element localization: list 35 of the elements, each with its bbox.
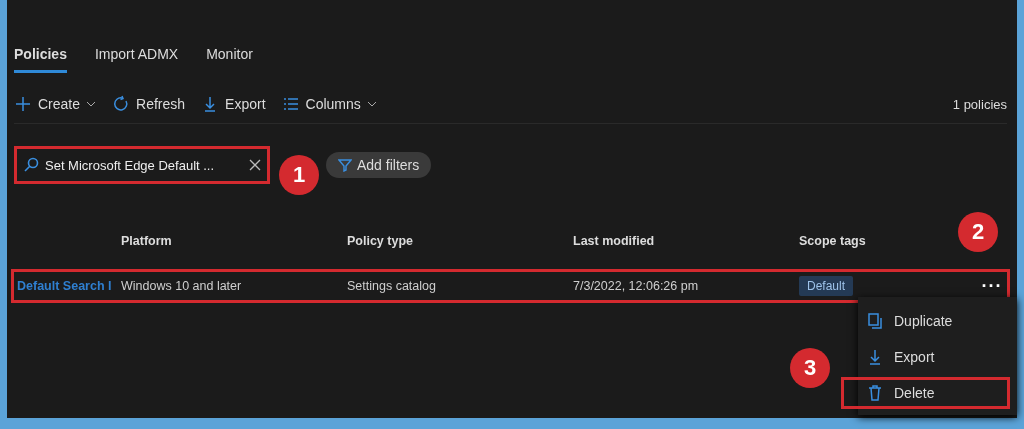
scope-tag: Default: [799, 276, 854, 296]
table-row[interactable]: Default Search I Windows 10 and later Settings catalog 7/3/2022, 12:06:26 pm Default ···: [14, 272, 1007, 300]
more-button[interactable]: ···: [977, 275, 1007, 297]
add-filters-button[interactable]: Add filters: [326, 152, 432, 178]
column-header: Policy type: [347, 234, 414, 248]
policy-count: 1 policies: [952, 96, 1007, 112]
copy-icon: [866, 312, 884, 330]
create-button[interactable]: Create: [14, 95, 97, 113]
callout-number: 3: [790, 348, 830, 388]
tab[interactable]: Policies: [14, 46, 67, 73]
menu-item[interactable]: Duplicate: [842, 306, 1009, 336]
tab[interactable]: Monitor: [206, 46, 253, 73]
callout-number: 2: [958, 212, 998, 252]
search-text: Set Microsoft Edge Default ...: [45, 157, 216, 173]
search-field[interactable]: Set Microsoft Edge Default ...: [14, 146, 270, 184]
columns-button[interactable]: Columns: [281, 95, 377, 113]
menu-item[interactable]: Delete: [842, 378, 1009, 408]
table-cell-text: 7/3/2022, 12:06:26 pm: [573, 279, 700, 293]
table-cell-text: Windows 10 and later: [121, 279, 243, 293]
column-header: Last modified: [573, 234, 656, 248]
close-icon[interactable]: [249, 159, 261, 171]
column-header: Platform: [121, 234, 173, 248]
policy-link[interactable]: Default Search I: [14, 279, 121, 293]
refresh-button[interactable]: Refresh: [112, 95, 186, 113]
export-button[interactable]: Export: [201, 95, 266, 113]
callout-number: 1: [279, 155, 319, 195]
tab[interactable]: Import ADMX: [94, 46, 179, 73]
plus-icon: [14, 95, 32, 113]
table-cell-text: Settings catalog: [347, 279, 437, 293]
list-icon: [281, 95, 300, 113]
trash-icon: [866, 384, 884, 402]
menu-item[interactable]: Export: [842, 342, 1009, 372]
column-header: Scope tags: [799, 234, 867, 248]
search-icon: [23, 157, 39, 173]
filter-icon: [338, 158, 352, 172]
